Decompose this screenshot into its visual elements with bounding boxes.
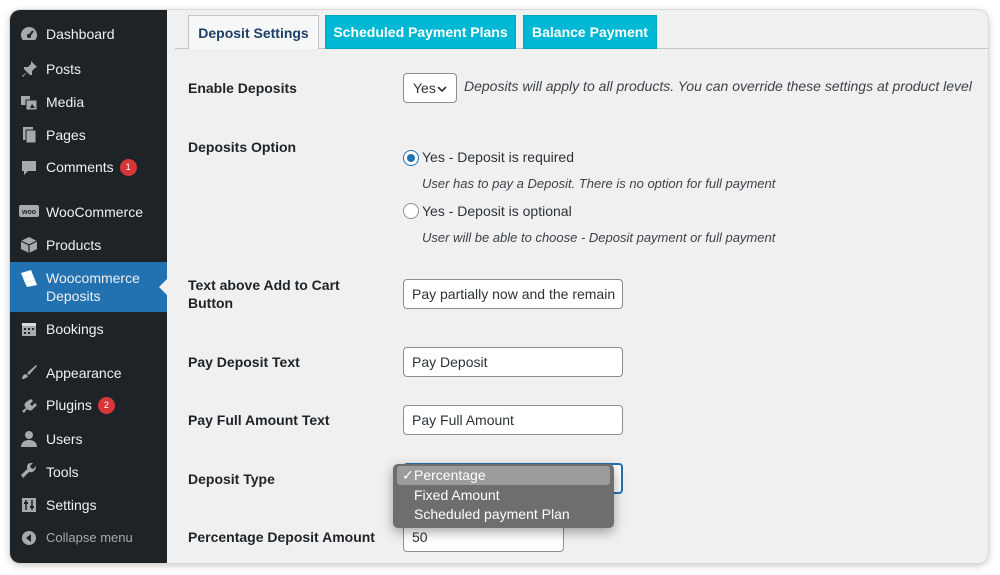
- admin-sidebar: Dashboard Posts Media Pages Comments 1 w…: [10, 10, 167, 563]
- tab-deposit-settings[interactable]: Deposit Settings: [188, 15, 319, 49]
- media-icon: [19, 92, 39, 112]
- enable-deposits-value: Yes: [413, 80, 436, 96]
- settings-icon: [19, 495, 39, 515]
- sidebar-item-pages[interactable]: Pages: [10, 118, 167, 151]
- deposit-type-option-percentage[interactable]: ✓ Percentage: [397, 466, 610, 485]
- pay-full-amount-text-label: Pay Full Amount Text: [188, 412, 330, 428]
- deposits-icon: [19, 268, 39, 288]
- pay-full-amount-text-input[interactable]: Pay Full Amount: [403, 405, 623, 435]
- sidebar-item-settings[interactable]: Settings: [10, 488, 167, 521]
- deposit-type-option-fixed-amount[interactable]: Fixed Amount: [393, 486, 614, 505]
- comments-count-badge: 1: [119, 159, 137, 177]
- enable-deposits-select[interactable]: Yes: [403, 73, 457, 103]
- sidebar-item-products[interactable]: Products: [10, 228, 167, 261]
- sidebar-item-label: Plugins: [46, 396, 92, 413]
- sidebar-item-label: Pages: [46, 126, 86, 143]
- sidebar-item-tools[interactable]: Tools: [10, 455, 167, 488]
- calendar-icon: [19, 319, 39, 339]
- deposit-required-description: User has to pay a Deposit. There is no o…: [422, 176, 776, 191]
- deposit-optional-radio[interactable]: [403, 203, 419, 219]
- sidebar-item-woocommerce[interactable]: woo WooCommerce: [10, 195, 167, 228]
- sidebar-item-label: Tools: [46, 463, 79, 480]
- deposit-type-dropdown-menu: ✓ Percentage Fixed Amount Scheduled paym…: [393, 464, 614, 528]
- plugins-update-badge: 2: [97, 397, 115, 415]
- pin-icon: [19, 59, 39, 79]
- sidebar-item-dashboard[interactable]: Dashboard: [10, 17, 167, 50]
- box-icon: [19, 235, 39, 255]
- sidebar-item-label-line1: Woocommerce: [46, 270, 140, 286]
- deposits-option-label: Deposits Option: [188, 139, 297, 155]
- sidebar-item-woocommerce-deposits[interactable]: Woocommerce Deposits: [10, 262, 167, 312]
- sidebar-item-label: Appearance: [46, 364, 122, 381]
- svg-text:woo: woo: [21, 209, 36, 216]
- sidebar-item-plugins[interactable]: Plugins 2: [10, 389, 167, 422]
- sidebar-item-label: Bookings: [46, 320, 104, 337]
- checkmark-icon: ✓: [402, 467, 414, 483]
- plug-icon: [19, 396, 39, 416]
- comment-icon: [19, 158, 39, 178]
- deposit-required-label: Yes - Deposit is required: [422, 149, 575, 165]
- sidebar-item-label: Media: [46, 93, 85, 110]
- tab-scheduled-payment-plans[interactable]: Scheduled Payment Plans: [325, 15, 516, 49]
- sidebar-item-label: Posts: [46, 60, 82, 77]
- user-icon: [19, 429, 39, 449]
- sidebar-item-label: WooCommerce: [46, 203, 143, 220]
- collapse-menu-button[interactable]: Collapse menu: [10, 521, 167, 554]
- pay-deposit-text-input[interactable]: Pay Deposit: [403, 347, 623, 377]
- sidebar-item-posts[interactable]: Posts: [10, 52, 167, 85]
- deposit-type-option-scheduled-plan[interactable]: Scheduled payment Plan: [393, 505, 614, 524]
- deposit-required-radio[interactable]: [403, 150, 419, 166]
- deposit-optional-label: Yes - Deposit is optional: [422, 203, 572, 219]
- sidebar-item-label: Products: [46, 236, 102, 253]
- pay-deposit-text-label: Pay Deposit Text: [188, 354, 300, 370]
- dashboard-icon: [19, 24, 39, 44]
- sidebar-item-bookings[interactable]: Bookings: [10, 312, 167, 345]
- text-above-cart-label: Text above Add to Cart Button: [188, 277, 340, 311]
- chevron-down-icon: [436, 82, 448, 98]
- tab-balance-payment[interactable]: Balance Payment: [523, 15, 657, 49]
- sidebar-item-label: Collapse menu: [46, 530, 133, 545]
- main-content: Deposit Settings Scheduled Payment Plans…: [167, 10, 988, 563]
- deposit-type-label: Deposit Type: [188, 471, 275, 487]
- brush-icon: [19, 363, 39, 383]
- sidebar-item-media[interactable]: Media: [10, 85, 167, 118]
- pages-icon: [19, 125, 39, 145]
- percentage-deposit-amount-label: Percentage Deposit Amount: [188, 529, 375, 545]
- enable-deposits-label: Enable Deposits: [188, 80, 297, 96]
- collapse-icon: [19, 528, 39, 548]
- enable-deposits-description: Deposits will apply to all products. You…: [464, 78, 972, 94]
- app-window: Dashboard Posts Media Pages Comments 1 w…: [10, 10, 988, 563]
- sidebar-item-label: Settings: [46, 496, 97, 513]
- sidebar-item-users[interactable]: Users: [10, 422, 167, 455]
- sidebar-item-appearance[interactable]: Appearance: [10, 356, 167, 389]
- sidebar-item-label-line2: Deposits: [46, 288, 101, 304]
- sidebar-item-label: Dashboard: [46, 25, 115, 42]
- sidebar-item-label: Users: [46, 430, 83, 447]
- wrench-icon: [19, 462, 39, 482]
- text-above-cart-input[interactable]: Pay partially now and the remain: [403, 279, 623, 309]
- woo-icon: woo: [19, 202, 39, 222]
- sidebar-item-comments[interactable]: Comments 1: [10, 151, 167, 184]
- sidebar-item-label: Comments: [46, 158, 114, 175]
- deposit-optional-description: User will be able to choose - Deposit pa…: [422, 230, 776, 245]
